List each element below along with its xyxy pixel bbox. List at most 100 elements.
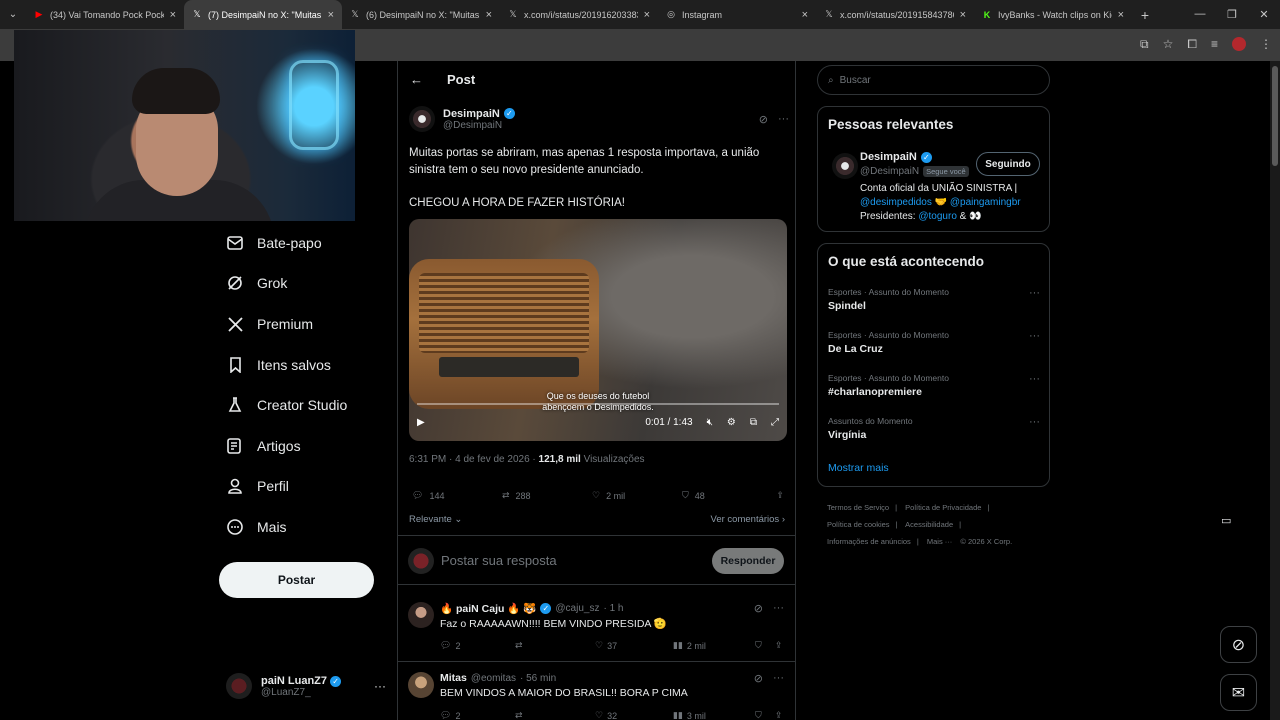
footer-link[interactable]: Informações de anúncios <box>827 537 911 546</box>
like-stat[interactable]: ♡ 37 <box>595 640 673 651</box>
views-stat[interactable]: ▮▮ 3 mil <box>673 710 755 720</box>
more-dots-icon[interactable]: ··· <box>1029 373 1040 385</box>
media-icon[interactable]: ≡ <box>1211 37 1218 52</box>
close-window-icon[interactable]: ✕ <box>1248 8 1280 21</box>
reply-input[interactable]: Postar sua resposta <box>441 553 557 568</box>
video-progress-bar[interactable] <box>417 403 779 405</box>
more-dots-icon[interactable]: ··· <box>773 672 784 685</box>
repost-stat[interactable]: ⇄ 288 <box>502 490 592 501</box>
browser-tab[interactable]: 𝕏 (6) DesimpaiN no X: "Muitas po × <box>342 0 500 29</box>
video-player[interactable]: Que os deuses do futebol abençoem o Desi… <box>409 219 787 441</box>
like-stat[interactable]: ♡ 32 <box>595 710 673 720</box>
nav-item-articles[interactable]: Artigos <box>227 438 301 454</box>
avatar[interactable] <box>832 153 858 179</box>
subtitles-icon[interactable]: ▭ <box>1221 514 1231 527</box>
author-name[interactable]: DesimpaiN ✓ <box>443 108 515 120</box>
fullscreen-icon[interactable]: ⤢ <box>771 417 779 428</box>
repost-icon[interactable]: ⇄ <box>515 710 595 720</box>
grok-fab[interactable]: ⊘ <box>1220 626 1257 663</box>
author-handle[interactable]: @DesimpaiN <box>443 120 515 131</box>
extensions-icon[interactable]: ⧠ <box>1187 37 1197 52</box>
back-arrow-icon[interactable]: ← <box>410 72 423 87</box>
more-dots-icon[interactable]: ··· <box>1029 416 1040 428</box>
settings-icon[interactable]: ⚙ <box>727 417 736 428</box>
close-icon[interactable]: × <box>328 9 334 21</box>
browser-tab[interactable]: 𝕏 x.com/i/status/20191584378678 × <box>816 0 974 29</box>
install-app-icon[interactable]: ⧉ <box>1140 37 1149 52</box>
nav-item-creator-studio[interactable]: Creator Studio <box>227 397 347 413</box>
nav-item-profile[interactable]: Perfil <box>227 478 289 494</box>
reply-item[interactable]: 🔥 paiN Caju 🔥 🐯 ✓ @caju_sz · 1 h ⊘ ··· Fa… <box>398 593 796 662</box>
scrollbar-thumb[interactable] <box>1272 66 1278 166</box>
nav-item-premium[interactable]: Premium <box>227 316 313 332</box>
mention-link[interactable]: @toguro <box>918 211 957 222</box>
close-icon[interactable]: × <box>486 9 492 21</box>
new-tab-icon[interactable]: + <box>1132 7 1158 23</box>
grok-icon[interactable]: ⊘ <box>759 113 768 126</box>
reply-stat[interactable]: 💬︎ 2 <box>440 710 515 720</box>
nav-item-bookmarks[interactable]: Itens salvos <box>227 357 331 373</box>
see-comments-link[interactable]: Ver comentários › <box>711 514 785 525</box>
bookmark-icon[interactable]: ⛉ <box>755 710 775 720</box>
scrollbar[interactable] <box>1270 61 1280 720</box>
following-button[interactable]: Seguindo <box>976 152 1040 176</box>
post-button[interactable]: Postar <box>219 562 374 598</box>
person-name[interactable]: DesimpaiN ✓ <box>860 151 932 163</box>
grok-icon[interactable]: ⊘ <box>754 602 763 615</box>
browser-tab[interactable]: K IvyBanks - Watch clips on Kick × <box>974 0 1132 29</box>
restore-icon[interactable]: ❐ <box>1216 8 1248 21</box>
browser-tab[interactable]: ▶ (34) Vai Tomando Pock Pock - Y × <box>26 0 184 29</box>
close-icon[interactable]: × <box>644 9 650 21</box>
tab-search-icon[interactable]: ⌄ <box>0 0 26 29</box>
footer-link[interactable]: Acessibilidade <box>905 520 953 529</box>
trend-item[interactable]: Esportes · Assunto do Momento Spindel ··… <box>828 287 1040 312</box>
footer-link[interactable]: Mais ··· <box>927 537 952 546</box>
nav-item-chat[interactable]: Bate-papo <box>227 235 322 251</box>
footer-link[interactable]: Política de Privacidade <box>905 503 981 512</box>
trend-item[interactable]: Assuntos do Momento Virgínia ··· <box>828 416 1040 441</box>
mention-link[interactable]: @desimpedidos <box>860 197 932 208</box>
more-dots-icon[interactable]: ··· <box>374 679 386 693</box>
repost-icon[interactable]: ⇄ <box>515 640 595 651</box>
profile-avatar[interactable] <box>1232 37 1246 51</box>
reply-stat[interactable]: 💬︎ 2 <box>440 640 515 651</box>
more-dots-icon[interactable]: ··· <box>778 113 789 126</box>
account-switcher[interactable]: paiN LuanZ7 ✓ @LuanZ7_ ··· <box>226 673 386 699</box>
footer-link[interactable]: Termos de Serviço <box>827 503 889 512</box>
close-icon[interactable]: × <box>960 9 966 21</box>
browser-tab[interactable]: ◎ Instagram × <box>658 0 816 29</box>
search-input[interactable]: ⌕ Buscar <box>817 65 1050 95</box>
close-icon[interactable]: × <box>1118 9 1124 21</box>
share-icon[interactable]: ⇪ <box>775 710 783 720</box>
reply-item[interactable]: Mitas @eomitas · 56 min ⊘ ··· BEM VINDOS … <box>398 663 796 720</box>
share-icon[interactable]: ⇪ <box>776 490 784 501</box>
views-stat[interactable]: ▮▮ 2 mil <box>673 640 755 651</box>
browser-tab[interactable]: 𝕏 x.com/i/status/20191620338378 × <box>500 0 658 29</box>
play-icon[interactable]: ▶ <box>417 417 425 428</box>
mention-link[interactable]: @paingamingbr <box>950 197 1021 208</box>
star-icon[interactable]: ☆ <box>1163 37 1174 52</box>
trend-item[interactable]: Esportes · Assunto do Momento De La Cruz… <box>828 330 1040 355</box>
mute-icon[interactable]: 🔇︎ <box>707 417 713 428</box>
minimize-icon[interactable]: — <box>1184 8 1216 21</box>
reply-stat[interactable]: 💬︎ 144 <box>412 490 502 501</box>
nav-item-grok[interactable]: Grok <box>227 275 287 291</box>
pip-icon[interactable]: ⧉ <box>750 417 757 428</box>
menu-dots-icon[interactable]: ⋮ <box>1260 37 1272 52</box>
more-dots-icon[interactable]: ··· <box>773 602 784 615</box>
footer-link[interactable]: Política de cookies <box>827 520 890 529</box>
show-more-link[interactable]: Mostrar mais <box>828 462 889 474</box>
avatar[interactable] <box>409 106 435 132</box>
trend-item[interactable]: Esportes · Assunto do Momento #charlanop… <box>828 373 1040 398</box>
avatar[interactable] <box>408 672 434 698</box>
share-icon[interactable]: ⇪ <box>775 640 783 651</box>
more-dots-icon[interactable]: ··· <box>1029 330 1040 342</box>
avatar[interactable] <box>408 602 434 628</box>
close-icon[interactable]: × <box>170 9 176 21</box>
browser-tab-active[interactable]: 𝕏 (7) DesimpaiN no X: "Muitas po × <box>184 0 342 29</box>
like-stat[interactable]: ♡ 2 mil <box>592 490 682 501</box>
bookmark-icon[interactable]: ⛉ <box>755 640 775 651</box>
nav-item-more[interactable]: Mais <box>227 519 287 535</box>
sort-dropdown[interactable]: Relevante ⌄ <box>409 514 462 525</box>
bookmark-stat[interactable]: ⛉ 48 <box>682 490 762 501</box>
